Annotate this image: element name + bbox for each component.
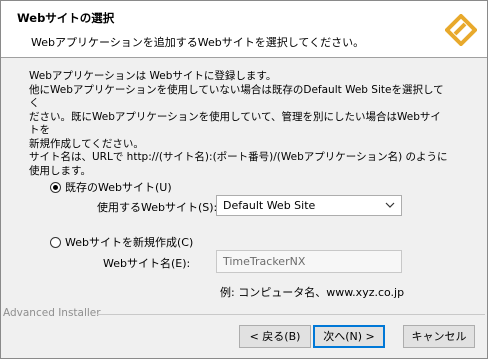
radio-button-unchecked[interactable] <box>50 236 61 248</box>
new-site-radio[interactable]: Webサイトを新規作成(C) <box>50 234 193 250</box>
dialog-header: Webサイトの選択 Webアプリケーションを追加するWebサイトを選択してくださ… <box>1 1 487 58</box>
description-line: ださい。既にWebアプリケーションを使用していて、管理を別にしたい場合はWebサ… <box>29 110 441 137</box>
back-button[interactable]: < 戻る(B) <box>239 325 311 348</box>
description-line: サイト名は、URLで http://(サイト名):(ポート番号)/(Webアプリ… <box>29 151 448 163</box>
website-name-input[interactable]: TimeTrackerNX <box>216 250 402 273</box>
page-title: Webサイトの選択 <box>17 11 115 25</box>
chevron-down-icon <box>385 202 395 208</box>
example-hint: 例: コンピュータ名、www.xyz.co.jp <box>220 286 405 299</box>
advanced-installer-logo-icon <box>445 14 477 46</box>
footer-divider <box>97 314 485 315</box>
description-line: Webアプリケーションは Webサイトに登録します。 <box>29 70 277 82</box>
next-button[interactable]: 次へ(N) > <box>313 325 385 348</box>
use-website-label: 使用するWebサイト(S): <box>97 201 218 214</box>
description-line: 新規作成してください。 <box>29 137 144 150</box>
website-name-placeholder: TimeTrackerNX <box>223 255 306 268</box>
description-text: Webアプリケーションは Webサイトに登録します。 他にWebアプリケーション… <box>29 70 449 178</box>
description-line: 使用します。 <box>29 164 91 177</box>
new-site-radio-label: Webサイトを新規作成(C) <box>65 236 194 249</box>
description-line: 他にWebアプリケーションを使用していない場合は既存のDefault Web S… <box>29 83 444 110</box>
website-select[interactable]: Default Web Site <box>216 195 402 216</box>
cancel-button[interactable]: キャンセル <box>403 325 475 348</box>
radio-button-checked[interactable] <box>50 181 61 193</box>
existing-site-radio[interactable]: 既存のWebサイト(U) <box>50 179 172 195</box>
page-subtitle: Webアプリケーションを追加するWebサイトを選択してください。 <box>31 36 365 49</box>
installer-brand-label: Advanced Installer <box>3 307 101 319</box>
installer-dialog: Webサイトの選択 Webアプリケーションを追加するWebサイトを選択してくださ… <box>0 0 488 359</box>
website-name-label: Webサイト名(E): <box>103 257 191 270</box>
existing-site-radio-label: 既存のWebサイト(U) <box>65 181 172 194</box>
website-select-value: Default Web Site <box>223 199 316 212</box>
